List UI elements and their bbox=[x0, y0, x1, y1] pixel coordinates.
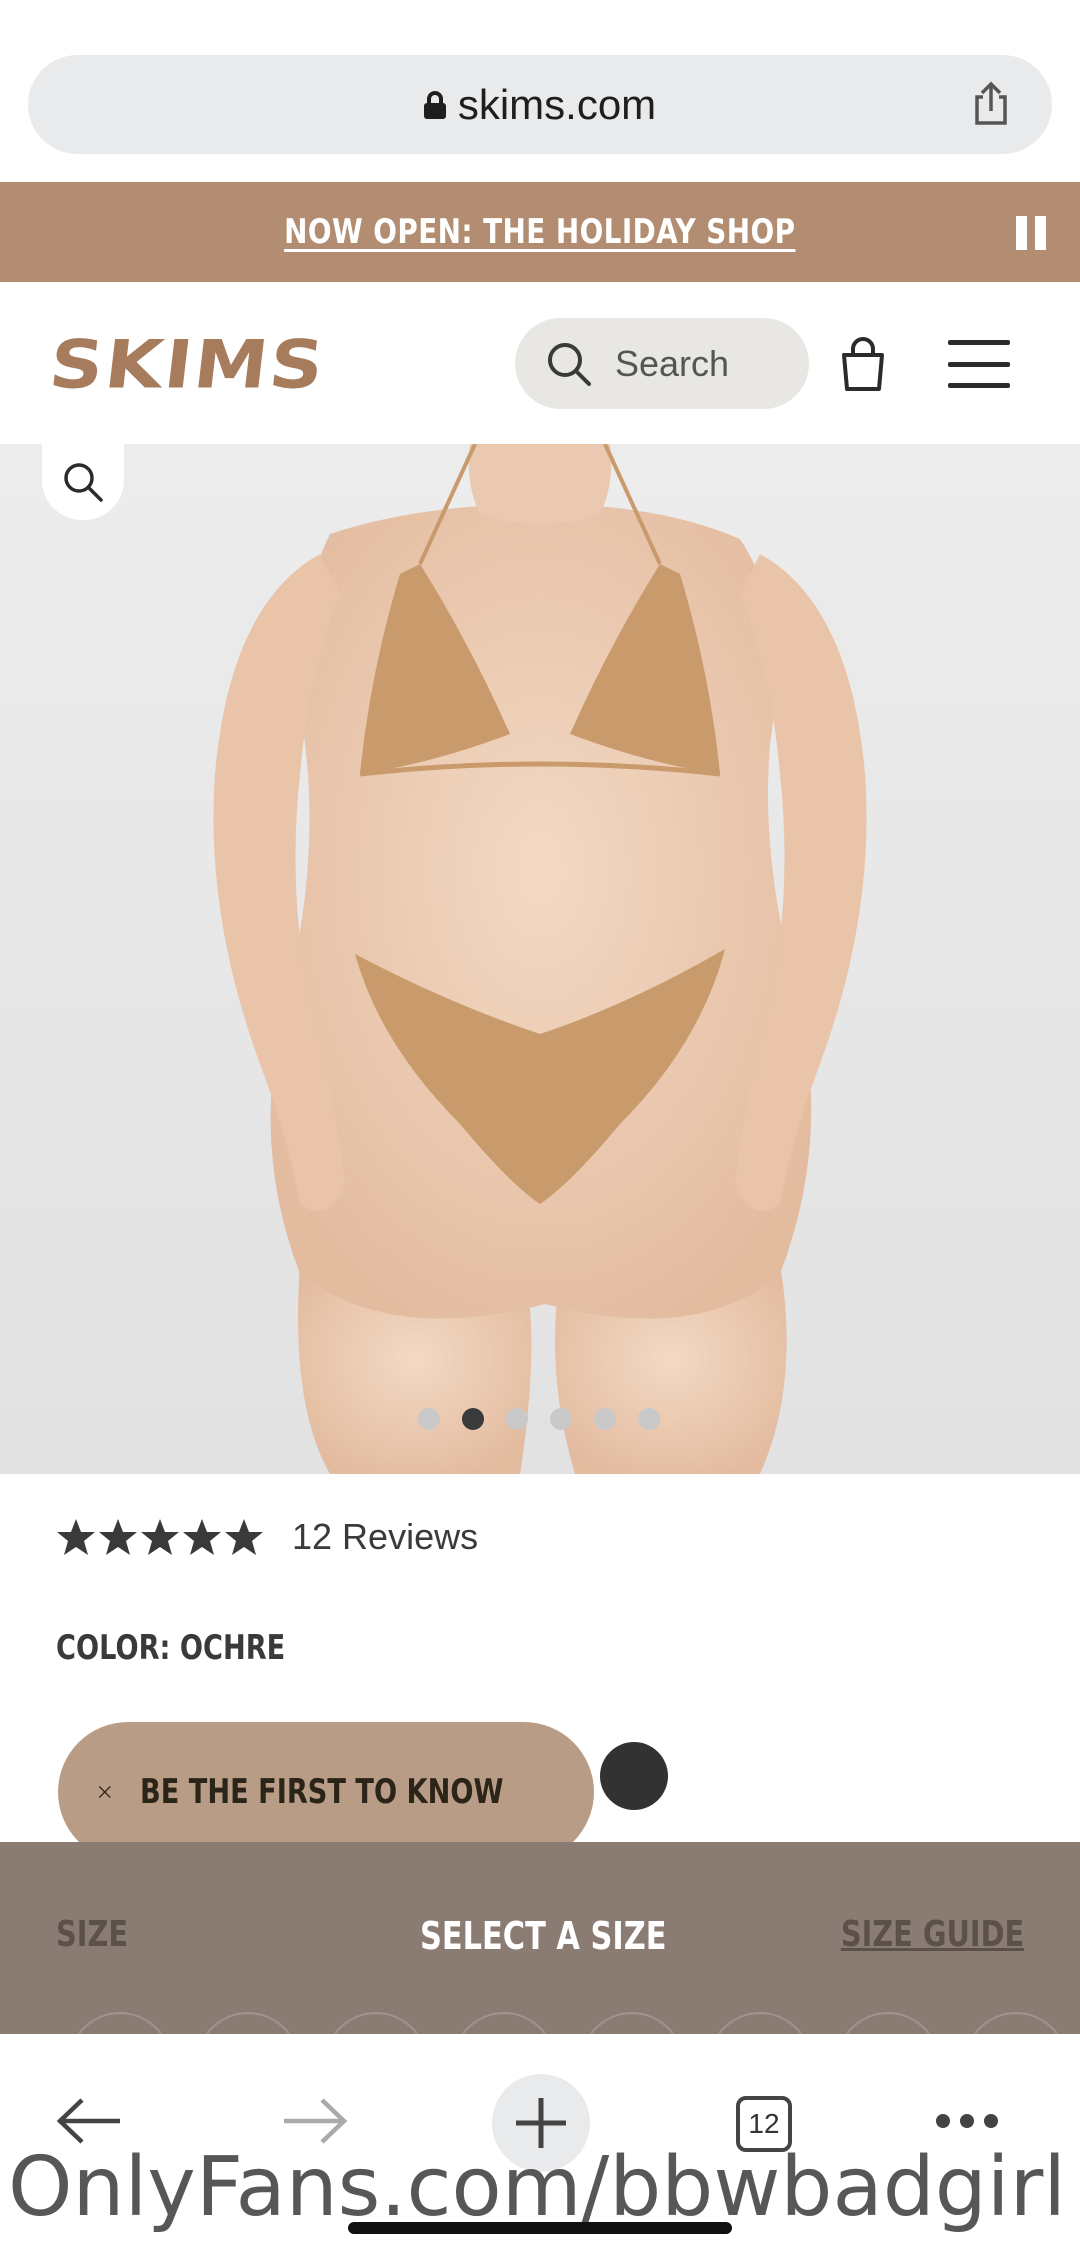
reviews-summary[interactable]: 12 Reviews bbox=[56, 1516, 478, 1558]
star-icon bbox=[141, 1519, 179, 1555]
forward-arrow-icon[interactable] bbox=[280, 2096, 350, 2146]
url-text: skims.com bbox=[457, 80, 657, 128]
size-option[interactable] bbox=[836, 2012, 940, 2034]
carousel-dot[interactable] bbox=[550, 1408, 572, 1430]
size-guide-link[interactable]: SIZE GUIDE bbox=[841, 1914, 1024, 1955]
star-icon bbox=[99, 1519, 137, 1555]
star-icon bbox=[225, 1519, 263, 1555]
search-placeholder: Search bbox=[615, 342, 730, 384]
address-bar[interactable]: skims.com bbox=[28, 55, 1052, 154]
carousel-dot[interactable] bbox=[506, 1408, 528, 1430]
lock-icon bbox=[423, 90, 446, 119]
home-indicator[interactable] bbox=[348, 2222, 732, 2234]
more-options-icon[interactable] bbox=[936, 2114, 998, 2128]
promo-banner: NOW OPEN: THE HOLIDAY SHOP bbox=[0, 182, 1080, 282]
star-icon bbox=[183, 1519, 221, 1555]
size-label: SIZE bbox=[56, 1914, 129, 1955]
product-image-carousel[interactable] bbox=[0, 444, 1080, 1474]
carousel-dot[interactable] bbox=[418, 1408, 440, 1430]
color-swatch[interactable] bbox=[600, 1742, 668, 1810]
star-icon bbox=[57, 1519, 95, 1555]
select-size-button[interactable]: SELECT A SIZE bbox=[420, 1914, 667, 1958]
shopping-bag-icon[interactable] bbox=[838, 337, 888, 393]
size-option[interactable] bbox=[452, 2012, 556, 2034]
hamburger-menu-icon[interactable] bbox=[948, 340, 1010, 388]
magnifier-icon bbox=[64, 463, 103, 502]
promo-link[interactable]: NOW OPEN: THE HOLIDAY SHOP bbox=[284, 212, 795, 252]
size-option[interactable] bbox=[580, 2012, 684, 2034]
size-option[interactable] bbox=[324, 2012, 428, 2034]
carousel-dot[interactable] bbox=[594, 1408, 616, 1430]
carousel-dots[interactable] bbox=[418, 1408, 660, 1430]
product-photo bbox=[0, 444, 1080, 1474]
search-icon bbox=[548, 342, 591, 386]
carousel-dot-active[interactable] bbox=[462, 1408, 484, 1430]
watermark-text: OnlyFans.com/bbwbadgirl bbox=[8, 2140, 1067, 2235]
back-arrow-icon[interactable] bbox=[54, 2096, 124, 2146]
size-option[interactable] bbox=[964, 2012, 1068, 2034]
size-selector-bar: SIZE SELECT A SIZE SIZE GUIDE bbox=[0, 1842, 1080, 2034]
close-icon[interactable] bbox=[96, 1765, 114, 1819]
tab-count: 12 bbox=[748, 2108, 780, 2139]
zoom-button[interactable] bbox=[42, 444, 124, 520]
carousel-dot[interactable] bbox=[638, 1408, 660, 1430]
size-options bbox=[68, 2012, 1068, 2034]
color-label: COLOR: OCHRE bbox=[56, 1628, 286, 1668]
site-header: SKIMS Search bbox=[0, 282, 1080, 444]
url-display[interactable]: skims.com bbox=[423, 80, 657, 129]
size-option[interactable] bbox=[708, 2012, 812, 2034]
size-option[interactable] bbox=[68, 2012, 172, 2034]
skims-logo[interactable]: SKIMS bbox=[45, 326, 329, 403]
reviews-count[interactable]: 12 Reviews bbox=[292, 1516, 478, 1558]
search-input[interactable]: Search bbox=[515, 318, 809, 409]
size-option[interactable] bbox=[196, 2012, 300, 2034]
notify-text[interactable]: BE THE FIRST TO KNOW bbox=[140, 1772, 504, 1812]
star-rating bbox=[56, 1518, 264, 1556]
pause-icon[interactable] bbox=[1016, 216, 1046, 250]
notify-popup[interactable]: BE THE FIRST TO KNOW bbox=[58, 1722, 594, 1862]
share-icon[interactable] bbox=[968, 81, 1014, 127]
